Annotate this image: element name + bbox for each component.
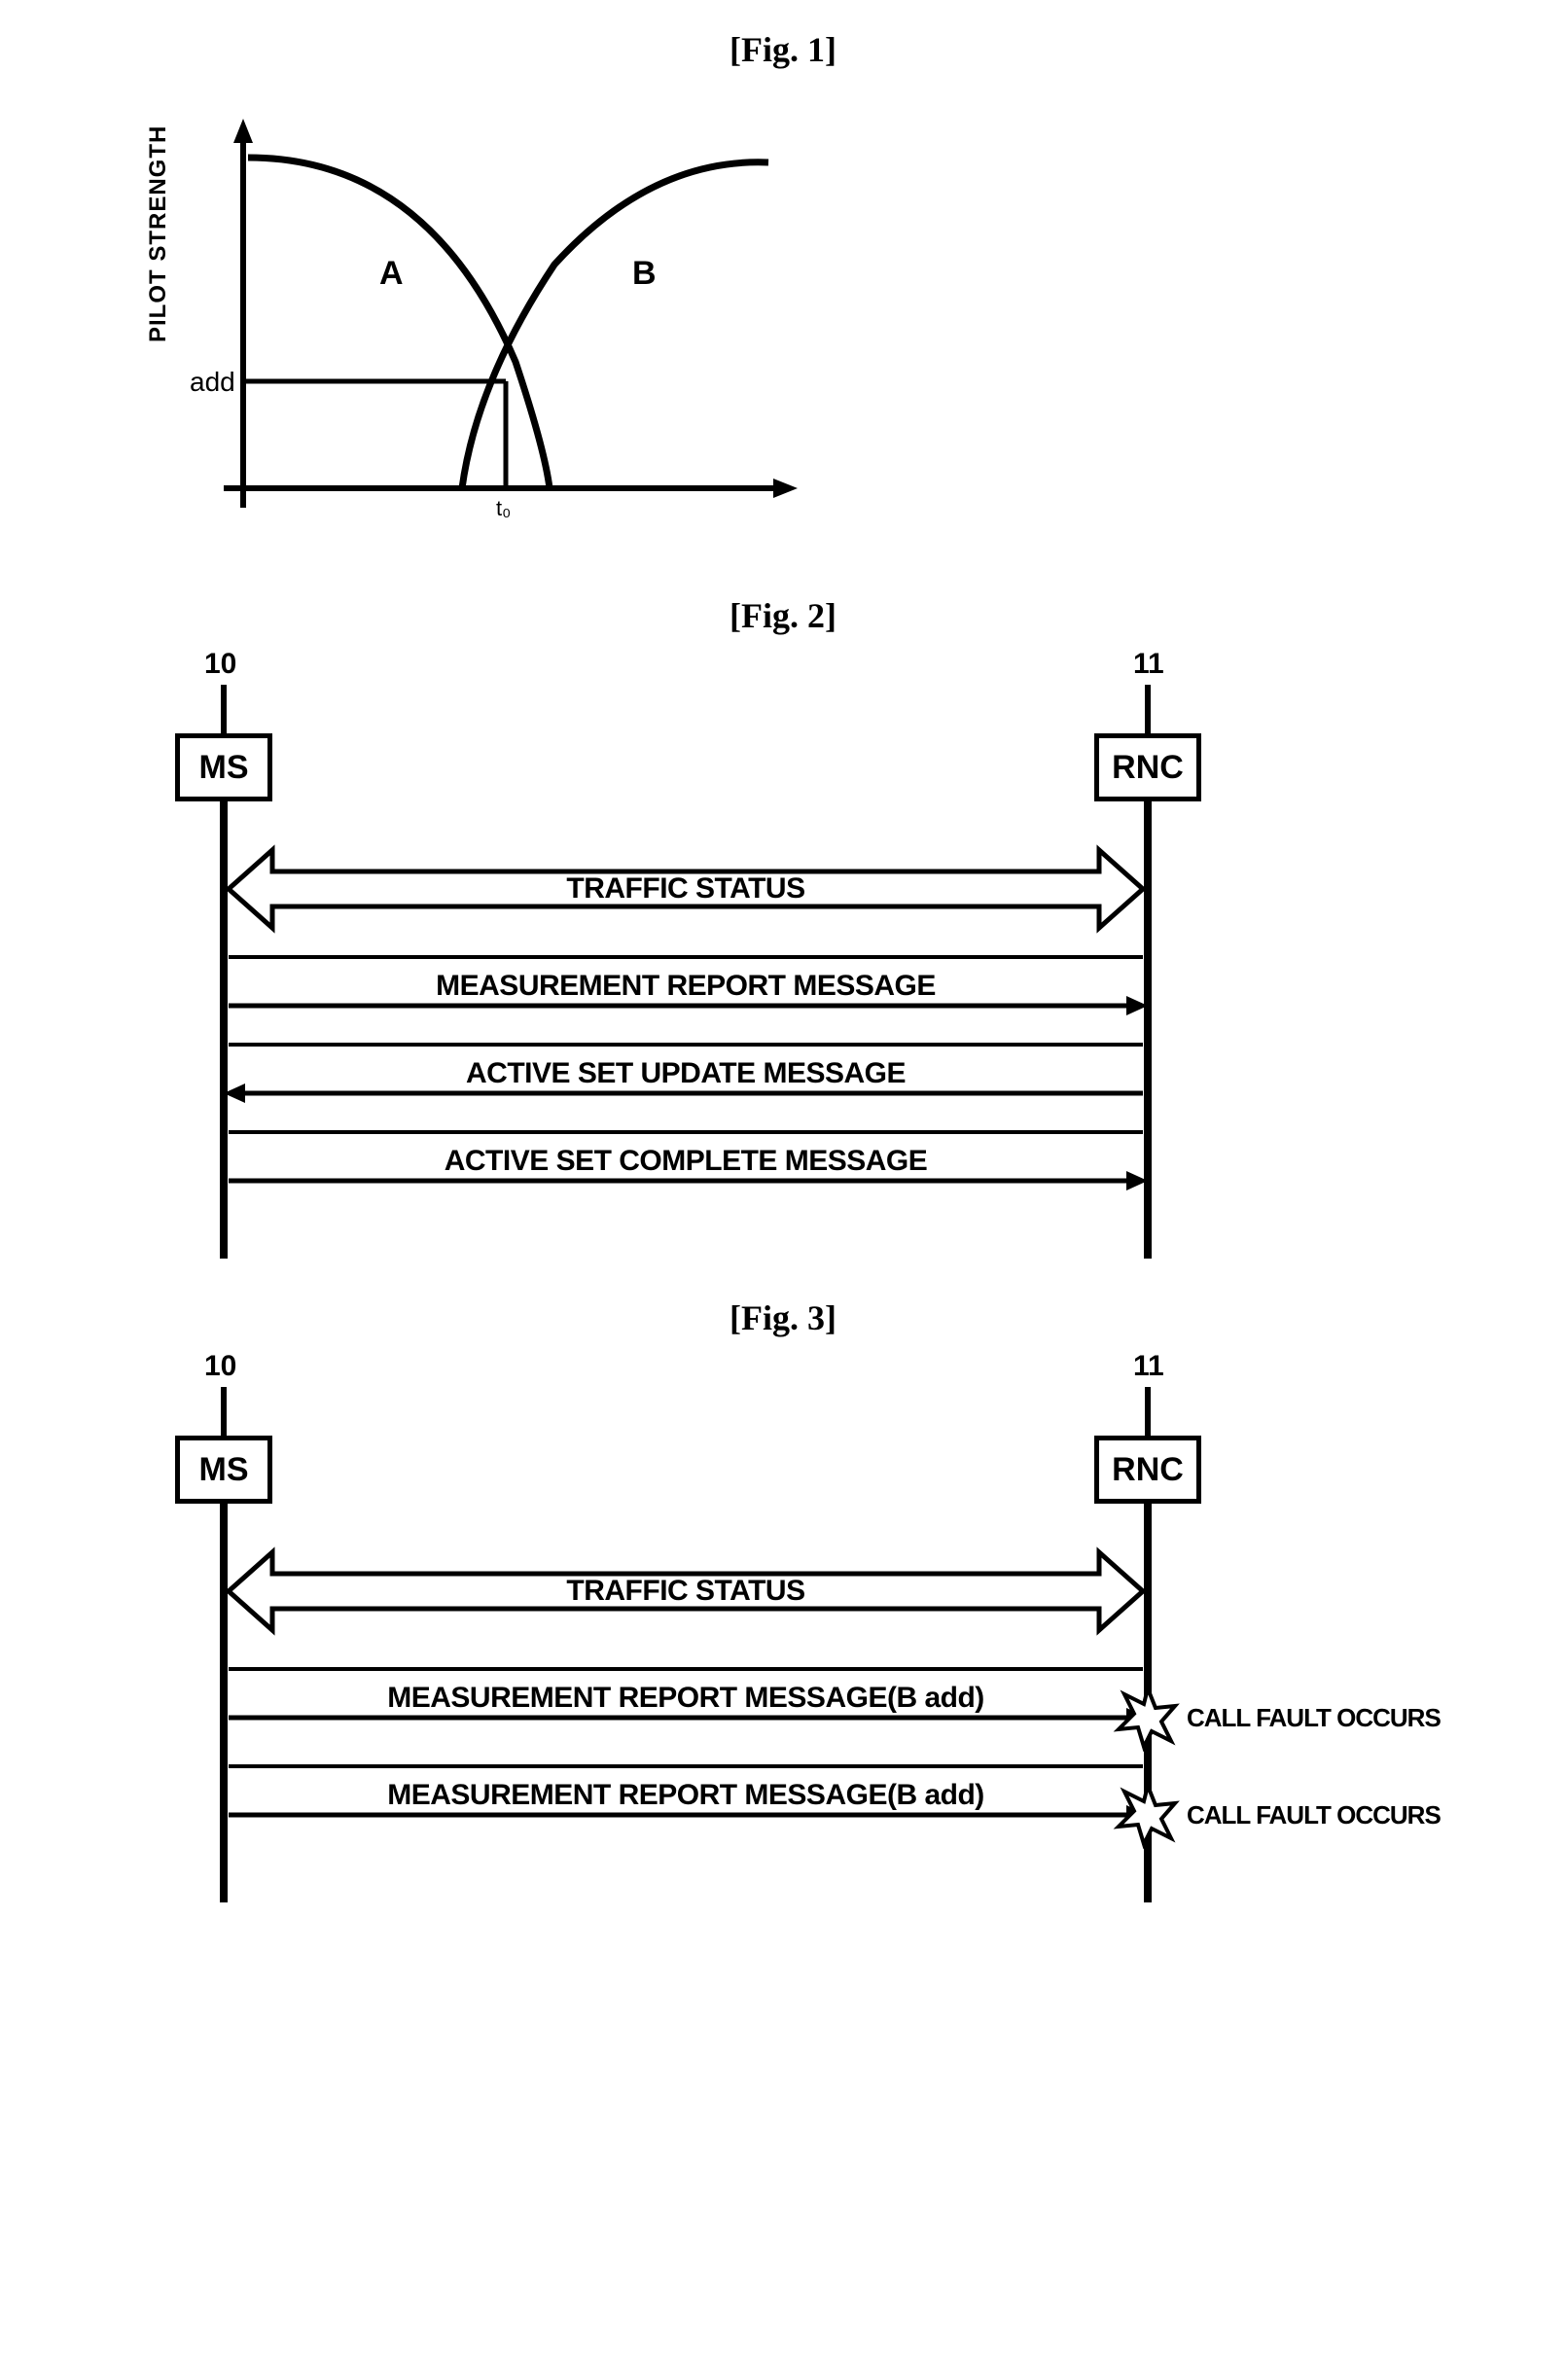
call-fault-annotation-1: CALL FAULT OCCURS (1187, 1703, 1441, 1733)
measurement-report-label: MEASUREMENT REPORT MESSAGE (248, 970, 1123, 1003)
x-tick-t0: t₀ (496, 496, 511, 520)
ms-node: MS (175, 733, 272, 801)
curve-label-a: A (379, 255, 404, 292)
y-tick-add: add (190, 367, 235, 397)
figure-1-chart: add t₀ A B PILOT STRENGTH (126, 89, 827, 556)
pilot-strength-plot: add t₀ A B PILOT STRENGTH (126, 89, 827, 556)
rnc-node: RNC (1094, 1436, 1201, 1504)
figure-3: [Fig. 3] (49, 1297, 1517, 1902)
traffic-status-label: TRAFFIC STATUS (248, 872, 1123, 906)
figure-3-title: [Fig. 3] (49, 1297, 1517, 1338)
figure-1-title: [Fig. 1] (49, 29, 1517, 70)
traffic-status-label: TRAFFIC STATUS (248, 1575, 1123, 1608)
rnc-node-number: 11 (1133, 1350, 1164, 1383)
call-fault-annotation-2: CALL FAULT OCCURS (1187, 1800, 1441, 1830)
y-axis-label: PILOT STRENGTH (145, 125, 171, 342)
measurement-report-b-add-1: MEASUREMENT REPORT MESSAGE(B add) (248, 1682, 1123, 1715)
active-set-update-label: ACTIVE SET UPDATE MESSAGE (248, 1057, 1123, 1090)
figure-1: [Fig. 1] add t₀ A B (49, 29, 1517, 556)
rnc-node: RNC (1094, 733, 1201, 801)
measurement-report-b-add-2: MEASUREMENT REPORT MESSAGE(B add) (248, 1779, 1123, 1812)
figure-2: [Fig. 2] 10 (49, 595, 1517, 1259)
ms-node-number: 10 (204, 648, 236, 681)
active-set-complete-label: ACTIVE SET COMPLETE MESSAGE (248, 1145, 1123, 1178)
figure-2-sequence: 10 11 MS RNC TRAFFIC STATUS MEASUREMENT … (78, 656, 1488, 1259)
rnc-node-number: 11 (1133, 648, 1164, 681)
curve-label-b: B (632, 255, 657, 292)
figure-2-title: [Fig. 2] (49, 595, 1517, 636)
ms-node: MS (175, 1436, 272, 1504)
ms-node-number: 10 (204, 1350, 236, 1383)
figure-3-sequence: 10 11 MS RNC TRAFFIC STATUS MEASUREMENT … (78, 1358, 1488, 1902)
